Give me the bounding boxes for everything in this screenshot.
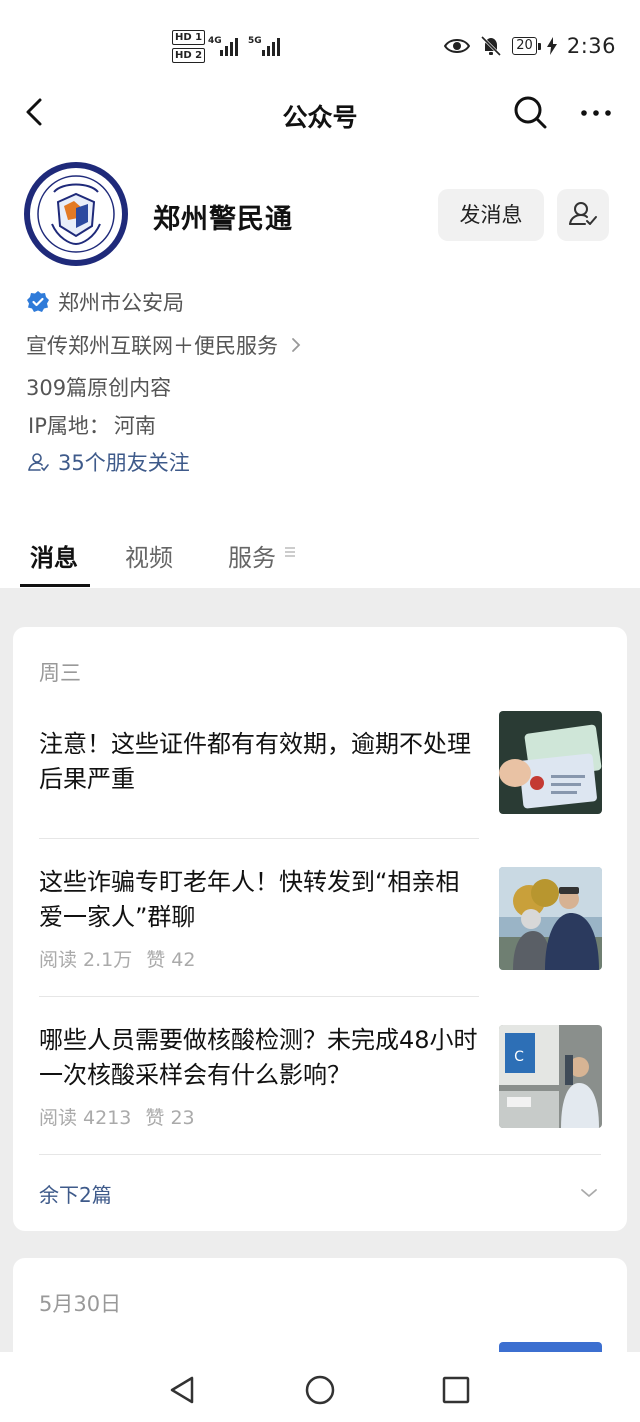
send-message-button[interactable]: 发消息 — [438, 189, 544, 241]
status-bar: HD 1 HD 2 4G 5G 20 2:36 — [0, 0, 640, 90]
eye-icon — [444, 39, 471, 53]
followed-button[interactable] — [557, 189, 609, 241]
card-date: 5月30日 — [39, 1292, 122, 1316]
tab-videos[interactable]: 视频 — [125, 538, 173, 573]
battery-level: 20 — [512, 37, 541, 55]
article-title: 哪些人员需要做核酸检测？未完成48小时一次核酸采样会有什么影响？ — [39, 1026, 478, 1089]
police-badge-icon — [32, 170, 120, 258]
menu-lines-icon — [285, 547, 295, 557]
account-description[interactable]: 宣传郑州互联网＋便民服务 — [26, 330, 302, 360]
more-icon[interactable] — [576, 92, 616, 132]
friends-following[interactable]: 35个朋友关注 — [26, 447, 190, 477]
back-triangle-icon[interactable] — [162, 1370, 202, 1410]
nucleic-test-image: C — [499, 1025, 602, 1128]
chevron-right-icon — [292, 338, 301, 352]
sim-indicators: HD 1 HD 2 — [172, 30, 206, 66]
tab-services[interactable]: 服务 — [228, 538, 276, 573]
remaining-articles-label: 余下2篇 — [39, 1183, 112, 1207]
user-icon — [28, 453, 49, 472]
divider — [39, 1154, 601, 1155]
home-circle-icon[interactable] — [300, 1370, 340, 1410]
article-item[interactable]: 注意！这些证件都有有效期，逾期不处理后果严重 — [39, 711, 605, 815]
article-title: 这些诈骗专盯老年人！快转发到“相亲相爱一家人”群聊 — [39, 868, 460, 931]
svg-text:C: C — [514, 1049, 524, 1065]
recents-square-icon[interactable] — [436, 1370, 476, 1410]
friends-following-text: 35个朋友关注 — [58, 451, 190, 475]
like-count: 赞 42 — [146, 949, 196, 971]
mute-bell-icon — [481, 35, 502, 57]
remaining-articles-row[interactable]: 余下2篇 — [39, 1179, 601, 1208]
chevron-down-icon — [581, 1189, 597, 1197]
article-title: 注意！这些证件都有有效期，逾期不处理后果严重 — [39, 730, 471, 793]
read-count: 阅读 2.1万 — [39, 949, 133, 971]
read-count: 阅读 4213 — [39, 1107, 132, 1129]
content-tabs: 消息 视频 服务 — [0, 530, 640, 588]
elderly-couple-image — [499, 867, 602, 970]
message-card: 周三 注意！这些证件都有有效期，逾期不处理后果严重 这些诈骗专盯老年人！快转发到… — [13, 627, 627, 1231]
clock: 2:36 — [566, 34, 616, 58]
system-nav-bar — [0, 1352, 640, 1422]
ip-value: 河南 — [113, 414, 156, 438]
card-date: 周三 — [39, 661, 81, 685]
account-header: HD 1 HD 2 4G 5G 20 2:36 公众号 郑州警民通 发消息 郑州… — [0, 0, 640, 588]
charging-icon — [546, 37, 557, 55]
divider — [39, 838, 479, 839]
signal-icon — [262, 36, 280, 56]
id-cards-image — [499, 711, 602, 814]
tab-messages[interactable]: 消息 — [30, 538, 78, 573]
original-count: 309篇原创内容 — [26, 376, 172, 400]
description-text: 宣传郑州互联网＋便民服务 — [26, 334, 278, 358]
account-logo[interactable] — [24, 162, 128, 266]
ip-location: IP属地： 河南 — [28, 410, 156, 440]
ip-label: IP属地： — [28, 414, 110, 438]
article-meta: 阅读 2.1万 赞 42 — [39, 945, 195, 972]
sim2-label: HD 2 — [172, 48, 206, 63]
sim1-label: HD 1 — [172, 30, 206, 45]
nav-bar: 公众号 — [0, 90, 640, 134]
verified-organization[interactable]: 郑州市公安局 — [26, 287, 184, 317]
verified-org-name: 郑州市公安局 — [58, 291, 184, 315]
article-item[interactable]: 这些诈骗专盯老年人！快转发到“相亲相爱一家人”群聊 阅读 2.1万 赞 42 — [39, 867, 605, 971]
article-meta: 阅读 4213 赞 23 — [39, 1103, 195, 1130]
signal-icon — [220, 36, 238, 56]
user-check-icon — [569, 202, 597, 225]
search-icon[interactable] — [510, 92, 550, 132]
account-name: 郑州警民通 — [153, 204, 293, 235]
status-right: 20 2:36 — [444, 34, 616, 58]
divider — [39, 996, 479, 997]
network-label-2: 5G — [248, 36, 262, 46]
active-tab-indicator — [20, 584, 90, 587]
like-count: 赞 23 — [145, 1107, 195, 1129]
verified-badge-icon — [27, 291, 49, 312]
article-item[interactable]: 哪些人员需要做核酸检测？未完成48小时一次核酸采样会有什么影响？ 阅读 4213… — [39, 1025, 605, 1129]
